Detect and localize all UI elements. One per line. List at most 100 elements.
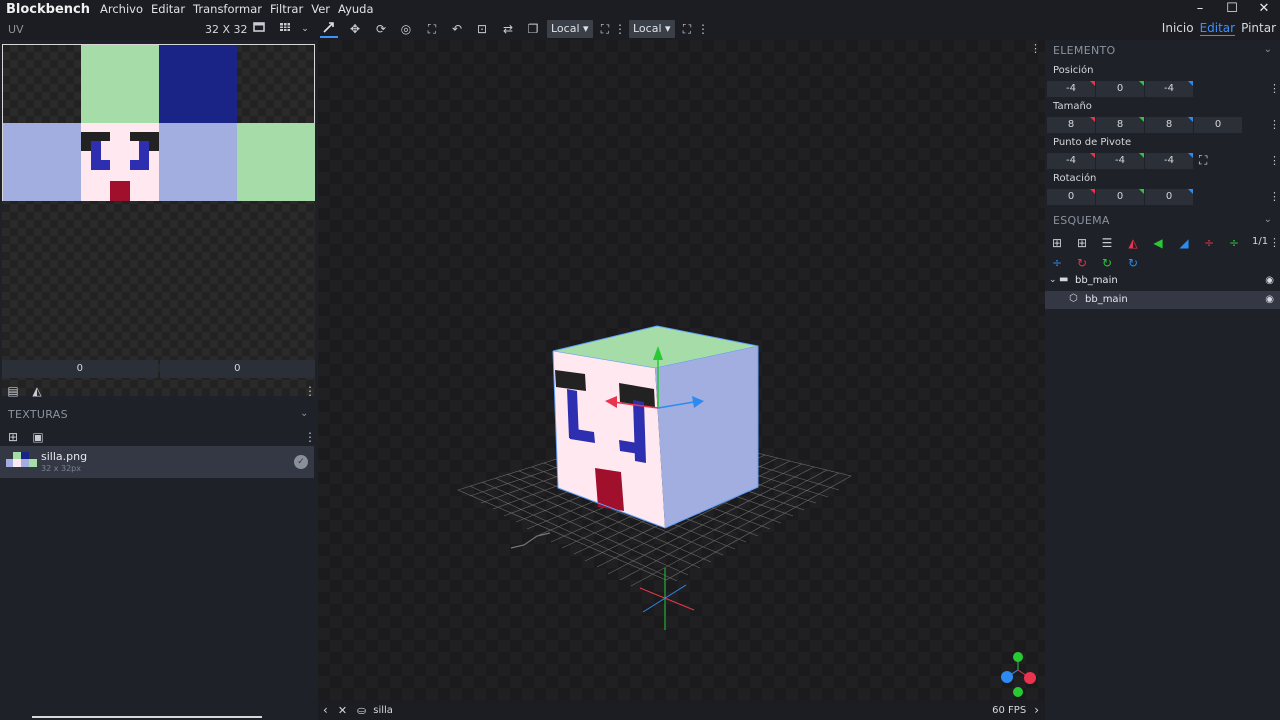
mirror-x-icon[interactable]: ◭ [1124, 234, 1142, 252]
center-x-icon[interactable]: ÷ [1200, 234, 1218, 252]
status-bar: ‹ ✕ ⛀ silla 60 FPS › [318, 700, 1045, 720]
maximize-button[interactable]: ☐ [1216, 0, 1248, 18]
close-button[interactable]: ✕ [1248, 0, 1280, 18]
rotate-z-icon[interactable]: ↻ [1124, 254, 1142, 272]
size-label: Tamaño [1053, 101, 1092, 112]
texture-item[interactable]: silla.png 32 x 32px ✓ [0, 446, 314, 478]
outline-cube-label: bb_main [1085, 294, 1128, 305]
size-x-field[interactable]: 8 [1047, 117, 1095, 133]
collapse-icon[interactable]: ☰ [1098, 234, 1116, 252]
pivot-x-field[interactable]: -4 [1047, 153, 1095, 169]
save-texture-icon[interactable]: ▣ [29, 428, 47, 446]
app-logo: Blockbench [6, 1, 90, 17]
rotation-label: Rotación [1053, 173, 1097, 184]
add-cube-icon[interactable]: ⊞ [1048, 234, 1066, 252]
outline-more-icon[interactable]: ⋮ [1269, 236, 1280, 249]
uv-texture-preview [2, 44, 315, 201]
menu-filtrar[interactable]: Filtrar [266, 2, 307, 16]
chevron-down-icon[interactable]: ⌄ [1264, 214, 1272, 225]
textures-more-icon[interactable]: ⋮ [304, 428, 316, 446]
fps-counter: 60 FPS [992, 704, 1027, 716]
model-icon: ⛀ [357, 703, 367, 717]
position-y-field[interactable]: 0 [1096, 81, 1144, 97]
close-icon[interactable]: ✕ [338, 704, 347, 717]
mirror-z-icon[interactable]: ◢ [1175, 234, 1193, 252]
size-z-field[interactable]: 8 [1145, 117, 1193, 133]
toolbar: UV 32 X 32 ⌄ ✥ ⟳ ◎ ⛶ ↶ ⊡ ⇄ ❐ Local ▾ ⛶ ⋮… [0, 18, 1280, 40]
import-texture-icon[interactable]: ⊞ [4, 428, 22, 446]
eye-icon[interactable]: ◉ [1265, 294, 1274, 305]
rotation-y-field[interactable]: 0 [1096, 189, 1144, 205]
right-panel: ELEMENTO ⌄ Posición -4 0 -4 ⋮ Tamaño 8 8… [1045, 40, 1280, 720]
position-z-field[interactable]: -4 [1145, 81, 1193, 97]
uv-more-icon[interactable]: ⋮ [304, 382, 316, 400]
size-y-field[interactable]: 8 [1096, 117, 1144, 133]
copy-icon[interactable]: ❐ [524, 20, 542, 38]
rotate-tool-icon[interactable]: ⟳ [372, 20, 390, 38]
viewport-more-icon[interactable]: ⋮ [1030, 42, 1041, 55]
chevron-down-icon[interactable]: ⌄ [296, 20, 314, 38]
mode-inicio[interactable]: Inicio [1162, 21, 1194, 36]
center-y-icon[interactable]: ÷ [1225, 234, 1243, 252]
minimize-button[interactable]: – [1184, 0, 1216, 18]
rotation-x-field[interactable]: 0 [1047, 189, 1095, 205]
origin-axes [639, 568, 695, 630]
menu-archivo[interactable]: Archivo [96, 2, 147, 16]
more-icon[interactable]: ⋮ [614, 20, 626, 38]
outline-page-count: 1/1 [1252, 236, 1269, 247]
pivot-z-field[interactable]: -4 [1145, 153, 1193, 169]
view-gizmo [1001, 652, 1036, 697]
center-pivot-icon[interactable]: ⛶ [1199, 153, 1207, 168]
chevron-left-icon[interactable]: ‹ [323, 703, 328, 717]
move-tool-icon[interactable] [320, 20, 338, 38]
outliner-toolbar: ⊞ ⊞ ☰ ◭ ◀ ◢ ÷ ÷ 1/1 ⋮ ÷ ↻ ↻ ↻ [1045, 234, 1280, 274]
pivot-tool-icon[interactable]: ◎ [397, 20, 415, 38]
cube-icon: ⬡ [1069, 293, 1078, 304]
outline-cube-row[interactable]: ⬡ bb_main ◉ [1045, 291, 1280, 309]
menu-transformar[interactable]: Transformar [189, 2, 266, 16]
vertex-snap-icon[interactable]: ⛶ [423, 20, 441, 38]
mirror-y-icon[interactable]: ◀ [1149, 234, 1167, 252]
uv-field-x[interactable]: 0 [2, 360, 158, 378]
menu-editar[interactable]: Editar [147, 2, 189, 16]
rotation-z-field[interactable]: 0 [1145, 189, 1193, 205]
position-x-field[interactable]: -4 [1047, 81, 1095, 97]
eye-icon[interactable]: ◉ [1265, 275, 1274, 286]
inflate-field[interactable]: 0 [1194, 117, 1242, 133]
more-icon-2[interactable]: ⋮ [697, 20, 709, 38]
mirror-icon[interactable]: ◭ [28, 382, 46, 400]
uv-size-label[interactable]: 32 X 32 [205, 23, 248, 36]
chevron-right-icon[interactable]: › [1034, 703, 1039, 717]
mode-editar[interactable]: Editar [1199, 21, 1236, 36]
focus-icon-2[interactable]: ⛶ [678, 20, 696, 38]
mode-pintar[interactable]: Pintar [1241, 21, 1276, 36]
chevron-down-icon[interactable]: ⌄ [300, 408, 308, 419]
magnet-icon[interactable]: ↶ [448, 20, 466, 38]
grid-icon[interactable] [276, 20, 294, 38]
focus-icon[interactable]: ⛶ [596, 20, 614, 38]
center-z-icon[interactable]: ÷ [1048, 254, 1066, 272]
uv-field-y[interactable]: 0 [159, 360, 315, 378]
pivot-y-field[interactable]: -4 [1096, 153, 1144, 169]
texture-thumbnail [6, 452, 37, 467]
resize-tool-icon[interactable]: ✥ [346, 20, 364, 38]
uv-mode-icon[interactable]: ▤ [4, 382, 22, 400]
menu-ver[interactable]: Ver [307, 2, 334, 16]
check-icon[interactable]: ✓ [294, 455, 308, 469]
chevron-down-icon[interactable]: ⌄ [1264, 44, 1272, 55]
expand-icon[interactable]: ⊡ [473, 20, 491, 38]
add-group-icon[interactable]: ⊞ [1073, 234, 1091, 252]
rotate-y-icon[interactable]: ↻ [1098, 254, 1116, 272]
scroll-indicator[interactable] [32, 716, 262, 718]
pivot-space-select[interactable]: Local ▾ [629, 20, 675, 38]
uv-editor-canvas[interactable] [2, 44, 315, 396]
outline-group-row[interactable]: ⌄ ▬ bb_main ◉ [1045, 272, 1280, 290]
rotate-x-icon[interactable]: ↻ [1073, 254, 1091, 272]
3d-viewport[interactable]: ⋮ [318, 40, 1045, 700]
chevron-down-icon[interactable]: ⌄ [1049, 275, 1057, 285]
transform-space-select[interactable]: Local ▾ [547, 20, 593, 38]
swap-icon[interactable]: ⇄ [499, 20, 517, 38]
fullscreen-icon[interactable] [250, 20, 268, 38]
menu-ayuda[interactable]: Ayuda [334, 2, 378, 16]
model-name: silla [373, 704, 393, 716]
